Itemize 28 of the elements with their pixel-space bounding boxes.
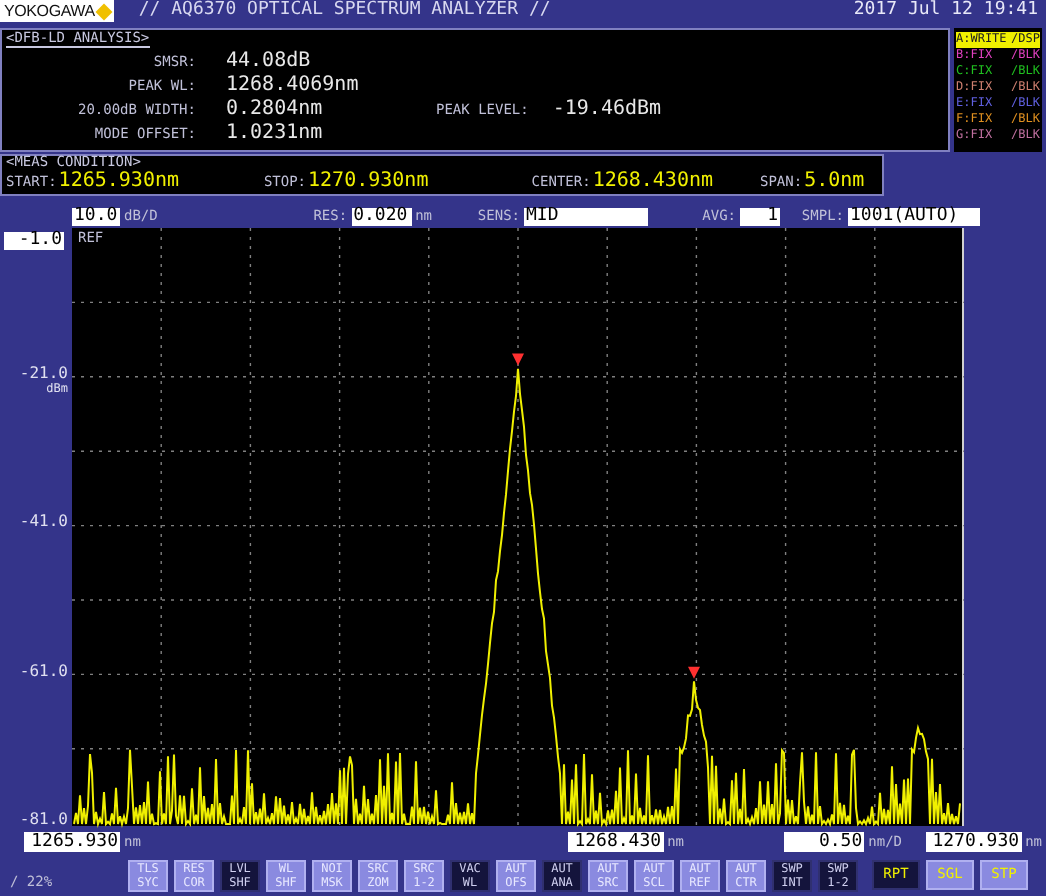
x-axis-field: 1270.930 — [925, 832, 1022, 852]
axis-label: -41.0 — [19, 514, 68, 530]
axis-label: -81.0 — [19, 812, 68, 828]
setting-field: 0.020 — [351, 207, 412, 225]
ref-level-field: -1.0 — [4, 232, 64, 250]
x-axis-field: 0.50 — [784, 832, 865, 852]
analysis-value: 1.0231nm — [226, 124, 325, 144]
x-axis-field: 1268.430 — [567, 832, 664, 852]
analysis-value: -19.46dBm — [552, 100, 662, 120]
date-time: 2017 Jul 12 19:41 — [853, 2, 1038, 20]
setting-field: 10.0 — [72, 207, 120, 225]
window-title: // AQ6370 OPTICAL SPECTRUM ANALYZER // — [138, 2, 551, 20]
logo-text: YOKOGAWA — [4, 3, 95, 19]
axis-label: -61.0 — [19, 664, 68, 680]
setting-field: 1 — [740, 207, 780, 225]
analysis-value: 0.2804nm — [226, 100, 325, 120]
axis-label: -21.0 — [19, 366, 68, 382]
meas-value: 1268.430nm — [592, 172, 714, 192]
meas-value: 1270.930nm — [308, 172, 429, 192]
peak-marker-icon — [688, 666, 700, 679]
x-axis-field: 1265.930 — [24, 832, 120, 852]
peak-marker-icon — [512, 353, 524, 366]
meas-value: 1265.930nm — [58, 172, 180, 192]
meas-value: 5.0nm — [804, 172, 865, 192]
setting-field: 1001(AUTO) — [848, 207, 980, 225]
analysis-value: 1268.4069nm — [226, 76, 361, 96]
analysis-value: 44.08dB — [226, 52, 313, 72]
setting-field: MID — [524, 207, 648, 225]
